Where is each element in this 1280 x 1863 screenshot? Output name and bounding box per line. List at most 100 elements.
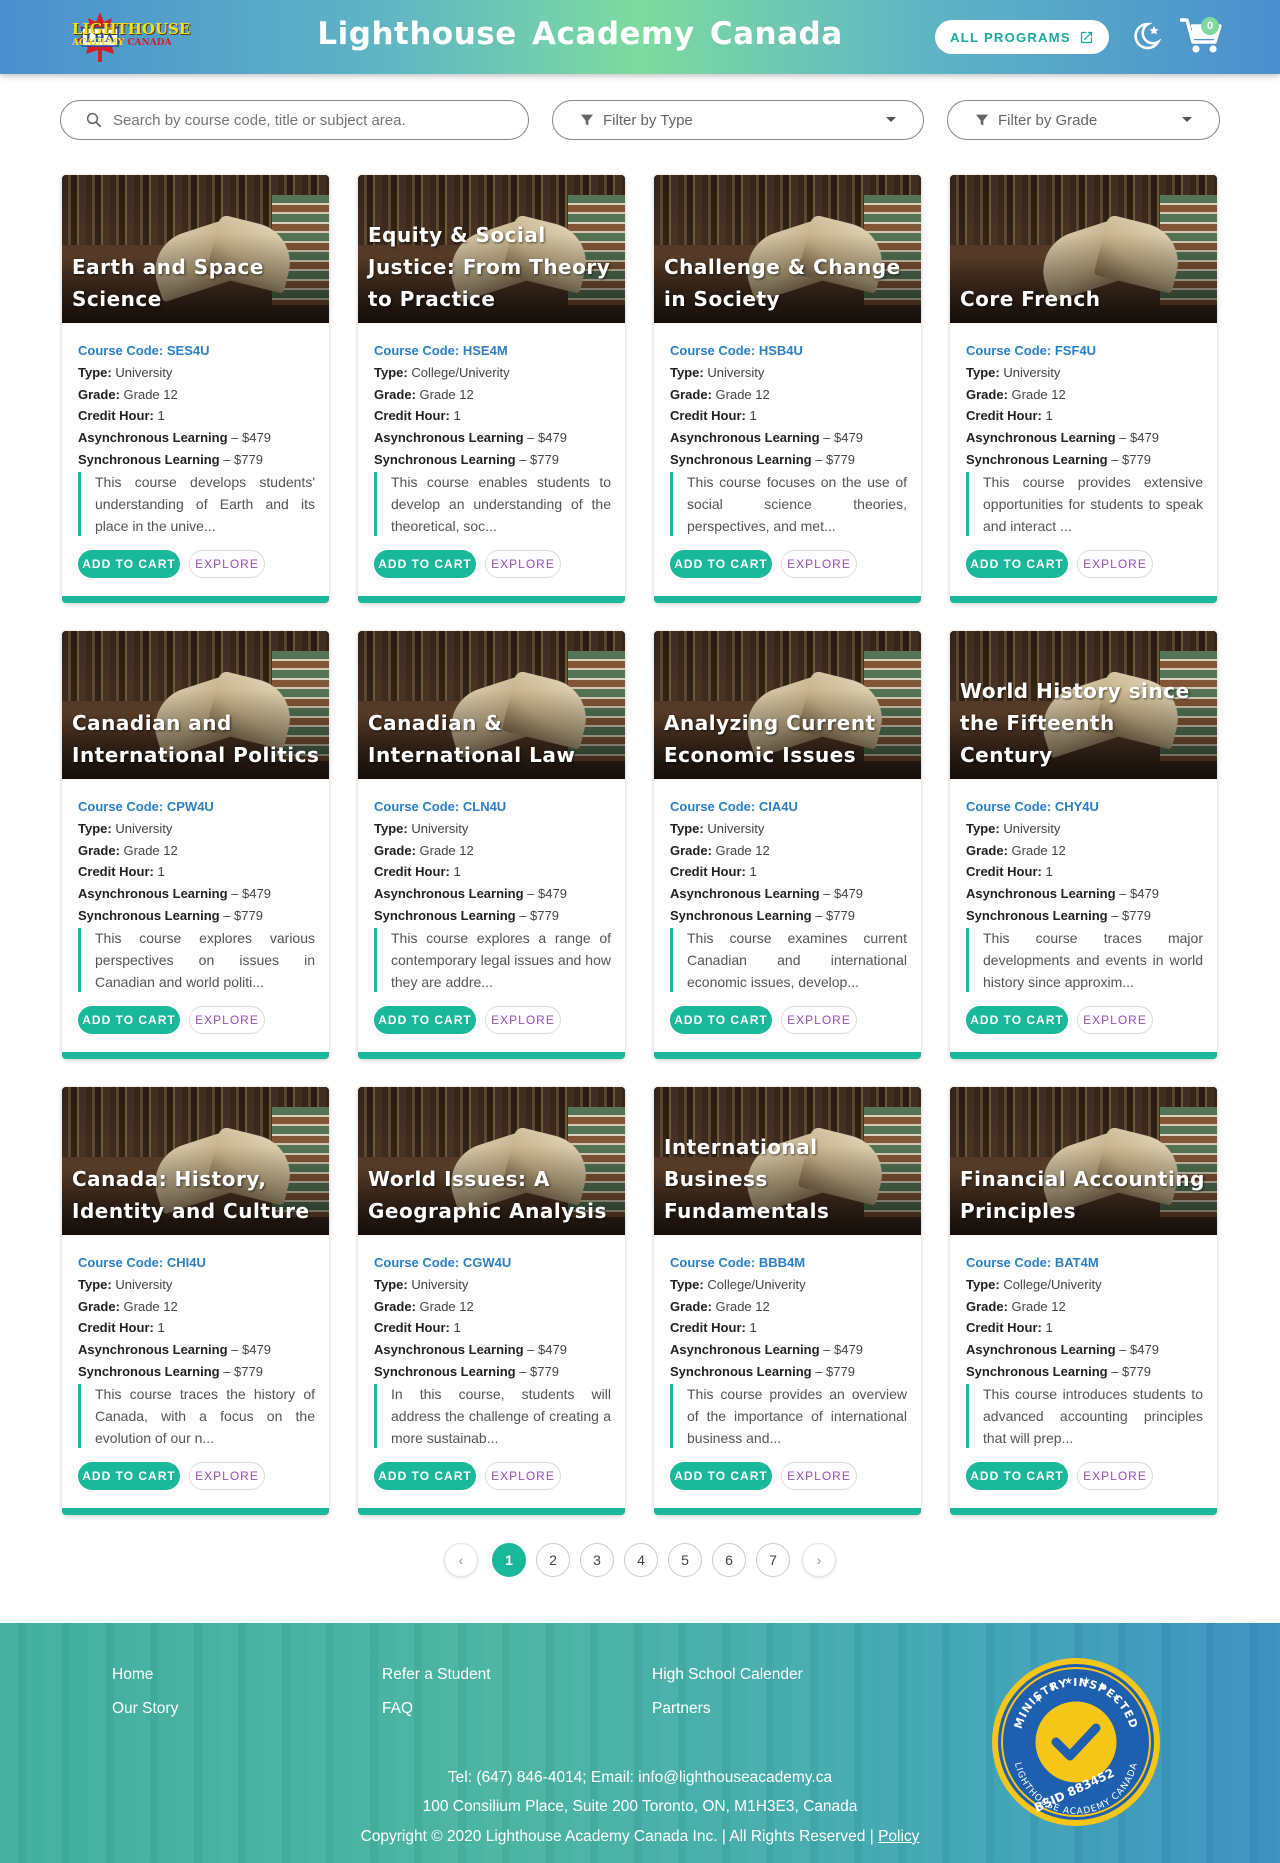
course-details: Course Code: SES4U Type: University Grad…	[78, 340, 318, 471]
prev-page-button[interactable]: ‹	[444, 1543, 478, 1577]
add-to-cart-button[interactable]: ADD TO CART	[374, 1006, 476, 1034]
course-grade: Grade: Grade 12	[670, 840, 910, 862]
course-type-label: Type:	[78, 820, 112, 836]
course-image[interactable]: Financial Accounting Principles	[950, 1087, 1217, 1235]
add-to-cart-button[interactable]: ADD TO CART	[78, 1462, 180, 1490]
footer-link-home[interactable]: Home	[112, 1666, 153, 1684]
explore-button[interactable]: EXPLORE	[189, 1462, 265, 1490]
footer-link-faq[interactable]: FAQ	[382, 1700, 413, 1718]
page-3-button[interactable]: 3	[580, 1543, 614, 1577]
course-title[interactable]: Financial Accounting Principles	[960, 1163, 1211, 1227]
course-image[interactable]: Core French	[950, 175, 1217, 323]
course-grade: Grade: Grade 12	[374, 1296, 614, 1318]
course-title[interactable]: International Business Fundamentals	[664, 1131, 915, 1227]
filter-grade-select[interactable]: Filter by Grade	[947, 100, 1220, 140]
course-grade-value: Grade 12	[419, 842, 474, 858]
explore-button[interactable]: EXPLORE	[781, 550, 857, 578]
explore-button[interactable]: EXPLORE	[485, 1462, 561, 1490]
course-title[interactable]: Core French	[960, 283, 1211, 315]
add-to-cart-button[interactable]: ADD TO CART	[78, 1006, 180, 1034]
course-image[interactable]: World History since the Fifteenth Centur…	[950, 631, 1217, 779]
filter-type-select[interactable]: Filter by Type	[552, 100, 924, 140]
course-code-label: Course Code:	[78, 343, 164, 358]
async-price: Asynchronous Learning – $479	[966, 1339, 1206, 1361]
sync-price: Synchronous Learning – $779	[78, 449, 318, 471]
explore-button[interactable]: EXPLORE	[1077, 1462, 1153, 1490]
course-image[interactable]: Canadian & International Law	[358, 631, 625, 779]
add-to-cart-button[interactable]: ADD TO CART	[670, 550, 772, 578]
course-image[interactable]: World Issues: A Geographic Analysis	[358, 1087, 625, 1235]
course-image[interactable]: Challenge & Change in Society	[654, 175, 921, 323]
course-credit-label: Credit Hour:	[670, 864, 746, 880]
footer-link-refer[interactable]: Refer a Student	[382, 1666, 491, 1684]
course-code-label: Course Code:	[670, 1255, 756, 1270]
course-image[interactable]: Analyzing Current Economic Issues	[654, 631, 921, 779]
course-image[interactable]: Equity & Social Justice: From Theory to …	[358, 175, 625, 323]
page-5-button[interactable]: 5	[668, 1543, 702, 1577]
add-to-cart-button[interactable]: ADD TO CART	[670, 1006, 772, 1034]
next-page-button[interactable]: ›	[802, 1543, 836, 1577]
page-1-button[interactable]: 1	[492, 1543, 526, 1577]
course-title[interactable]: Analyzing Current Economic Issues	[664, 707, 915, 771]
course-title[interactable]: Equity & Social Justice: From Theory to …	[368, 219, 619, 315]
add-to-cart-button[interactable]: ADD TO CART	[966, 550, 1068, 578]
footer-link-partners[interactable]: Partners	[652, 1700, 711, 1718]
course-title[interactable]: Challenge & Change in Society	[664, 251, 915, 315]
course-credit-value: 1	[1045, 408, 1053, 424]
add-to-cart-button[interactable]: ADD TO CART	[670, 1462, 772, 1490]
async-price-value: – $479	[1119, 430, 1159, 446]
add-to-cart-button[interactable]: ADD TO CART	[78, 550, 180, 578]
explore-button[interactable]: EXPLORE	[485, 1006, 561, 1034]
footer-link-our-story[interactable]: Our Story	[112, 1700, 178, 1718]
explore-button[interactable]: EXPLORE	[1077, 550, 1153, 578]
course-details: Course Code: CHY4U Type: University Grad…	[966, 796, 1206, 927]
sync-label: Synchronous Learning	[966, 451, 1108, 467]
course-details: Course Code: CHI4U Type: University Grad…	[78, 1252, 318, 1383]
sync-price: Synchronous Learning – $779	[966, 449, 1206, 471]
page-7-button[interactable]: 7	[756, 1543, 790, 1577]
explore-button[interactable]: EXPLORE	[781, 1462, 857, 1490]
course-title[interactable]: Earth and Space Science	[72, 251, 323, 315]
explore-button[interactable]: EXPLORE	[485, 550, 561, 578]
course-credit-value: 1	[1045, 864, 1053, 880]
course-grade: Grade: Grade 12	[966, 384, 1206, 406]
search-input[interactable]	[113, 111, 513, 129]
course-title[interactable]: World History since the Fifteenth Centur…	[960, 675, 1211, 771]
async-price-value: – $479	[231, 1342, 271, 1358]
page-6-button[interactable]: 6	[712, 1543, 746, 1577]
explore-button[interactable]: EXPLORE	[189, 1006, 265, 1034]
course-image[interactable]: Canadian and International Politics	[62, 631, 329, 779]
course-credit-label: Credit Hour:	[670, 1320, 746, 1336]
course-grade: Grade: Grade 12	[78, 840, 318, 862]
search-box[interactable]	[60, 100, 529, 140]
course-code: Course Code: CPW4U	[78, 796, 318, 818]
course-image[interactable]: International Business Fundamentals	[654, 1087, 921, 1235]
page-4-button[interactable]: 4	[624, 1543, 658, 1577]
sync-label: Synchronous Learning	[78, 451, 220, 467]
footer-link-calendar[interactable]: High School Calender	[652, 1666, 803, 1684]
course-code-value: CHI4U	[166, 1255, 206, 1270]
course-title[interactable]: Canadian and International Politics	[72, 707, 323, 771]
add-to-cart-button[interactable]: ADD TO CART	[966, 1462, 1068, 1490]
add-to-cart-button[interactable]: ADD TO CART	[374, 550, 476, 578]
course-code-label: Course Code:	[374, 799, 460, 814]
course-grade-value: Grade 12	[1011, 1298, 1066, 1314]
course-title[interactable]: Canadian & International Law	[368, 707, 619, 771]
async-price-value: – $479	[231, 430, 271, 446]
all-programs-button[interactable]: ALL PROGRAMS	[935, 20, 1109, 54]
policy-link[interactable]: Policy	[878, 1828, 919, 1845]
explore-button[interactable]: EXPLORE	[1077, 1006, 1153, 1034]
sync-price: Synchronous Learning – $779	[966, 1361, 1206, 1383]
add-to-cart-button[interactable]: ADD TO CART	[966, 1006, 1068, 1034]
course-image[interactable]: Earth and Space Science	[62, 175, 329, 323]
sync-label: Synchronous Learning	[374, 451, 516, 467]
course-title[interactable]: Canada: History, Identity and Culture	[72, 1163, 323, 1227]
night-mode-icon[interactable]	[1128, 18, 1164, 54]
explore-button[interactable]: EXPLORE	[781, 1006, 857, 1034]
course-grade-label: Grade:	[78, 842, 120, 858]
explore-button[interactable]: EXPLORE	[189, 550, 265, 578]
course-image[interactable]: Canada: History, Identity and Culture	[62, 1087, 329, 1235]
course-title[interactable]: World Issues: A Geographic Analysis	[368, 1163, 619, 1227]
add-to-cart-button[interactable]: ADD TO CART	[374, 1462, 476, 1490]
page-2-button[interactable]: 2	[536, 1543, 570, 1577]
